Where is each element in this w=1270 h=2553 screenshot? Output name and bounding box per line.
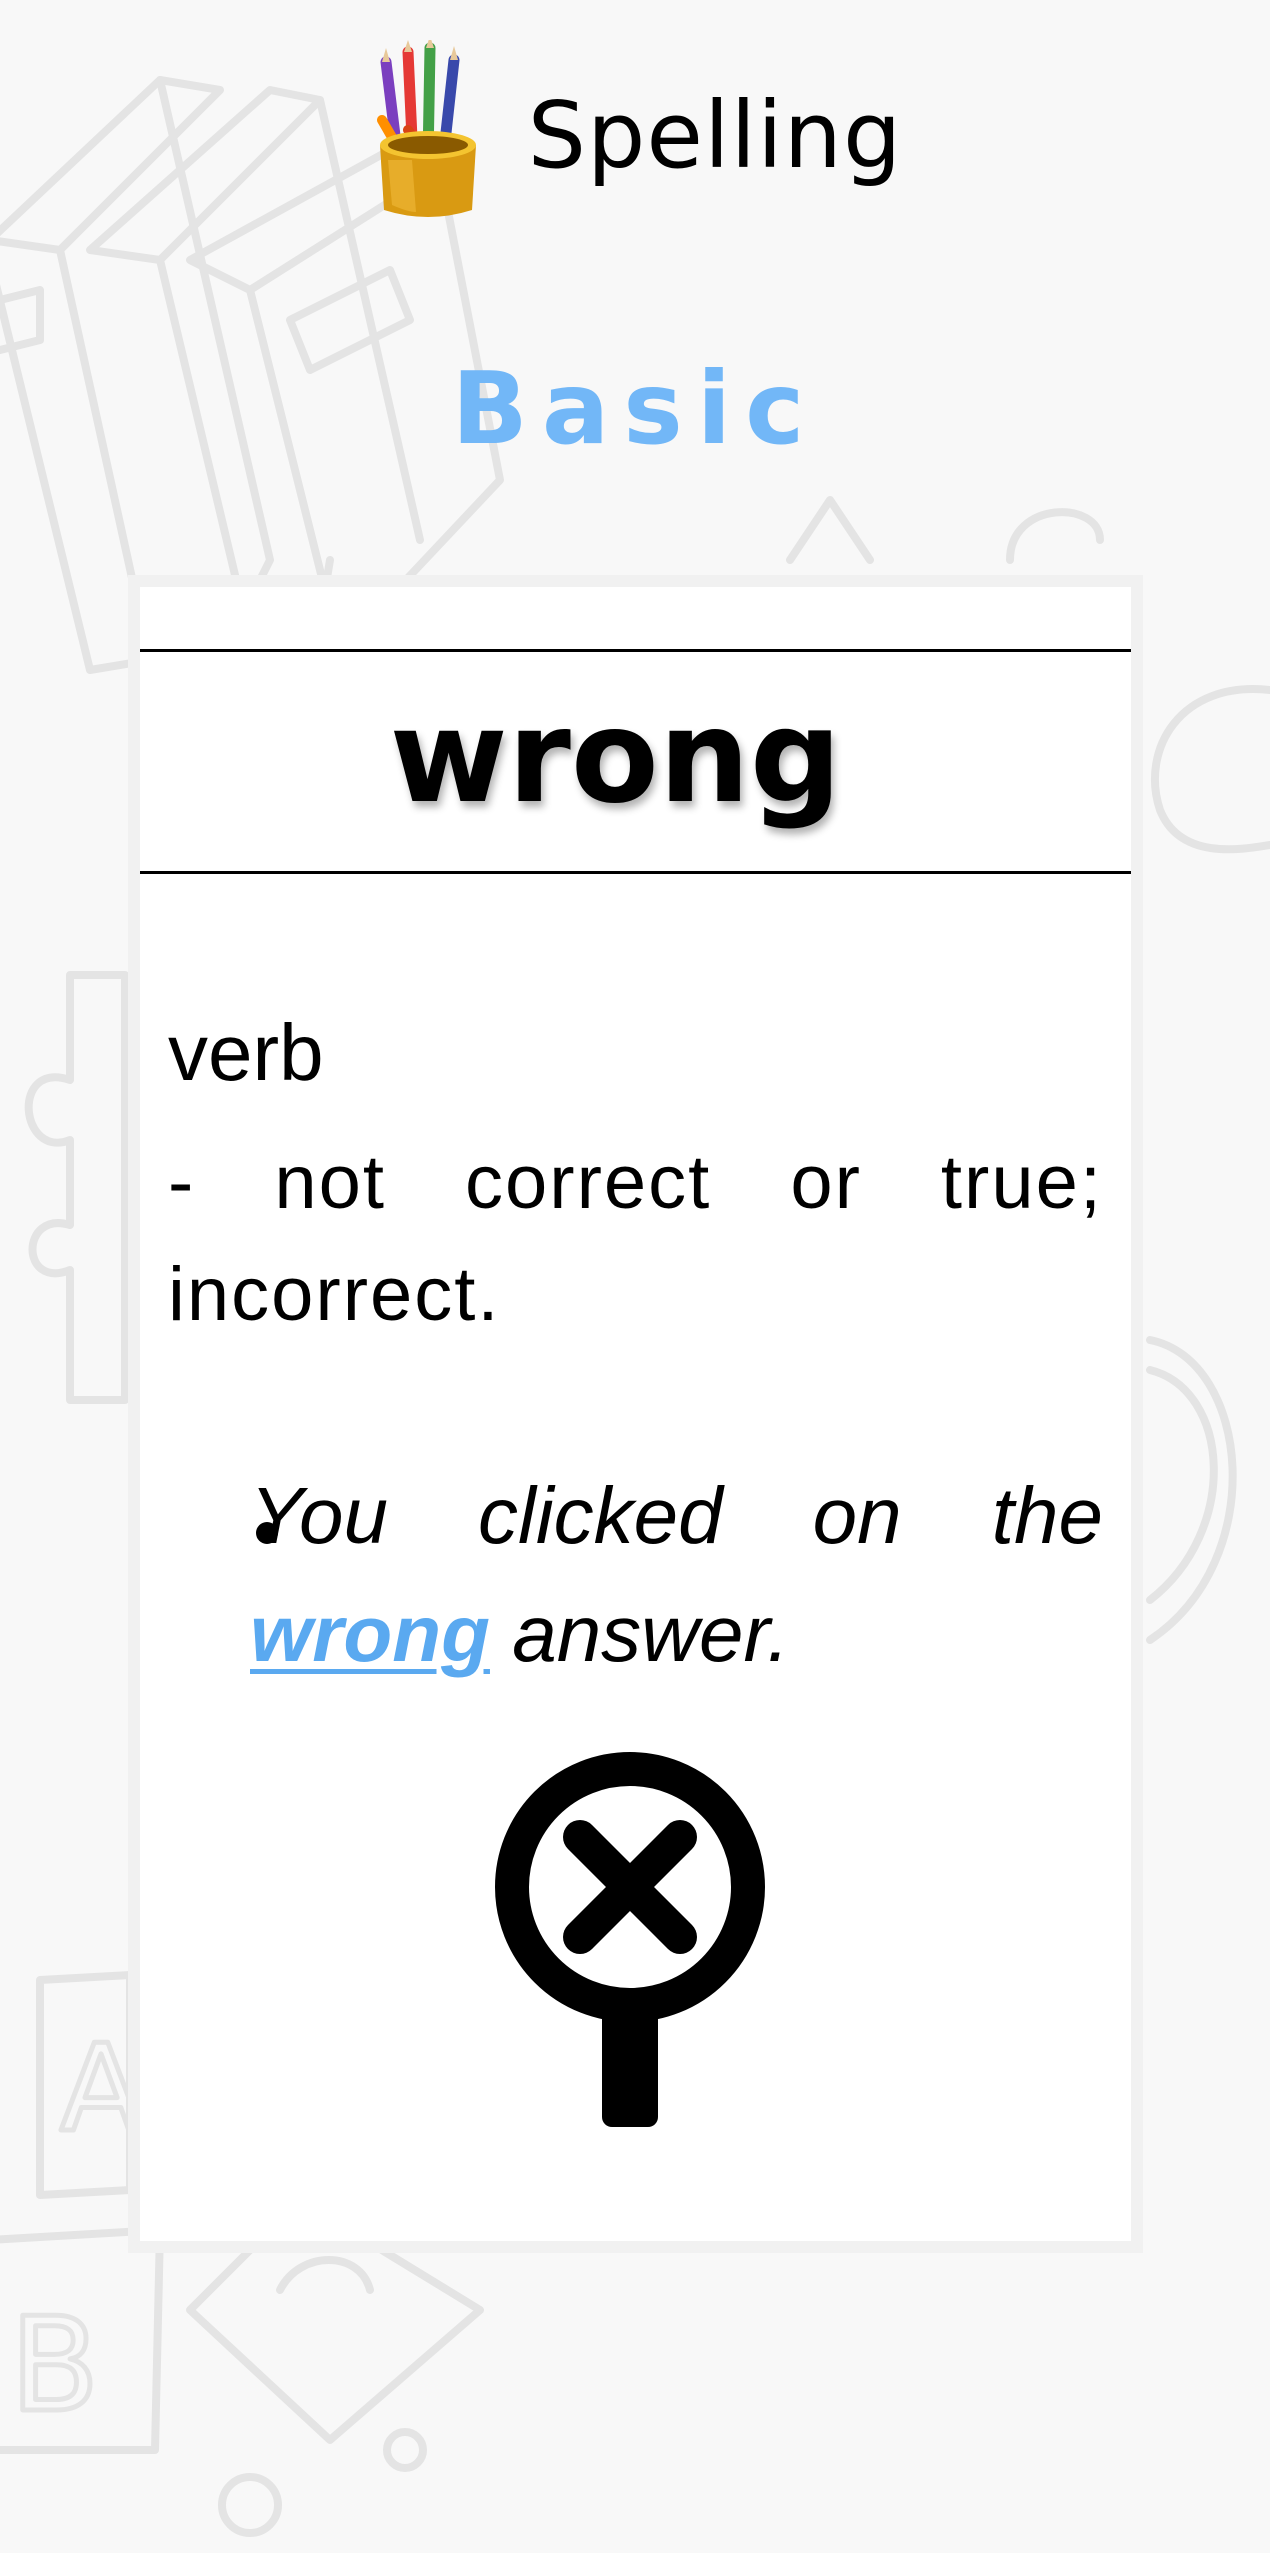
word-card: wrong verb - not correct or true; incorr… <box>128 575 1143 2253</box>
example-text-after: answer. <box>489 1589 790 1678</box>
app-header: Spelling <box>0 40 1270 230</box>
app-title: Spelling <box>527 81 903 189</box>
spelling-word: wrong <box>389 683 842 832</box>
word-band: wrong <box>140 649 1131 874</box>
example-sentence: You clicked on the wrong answer. <box>250 1457 1103 1693</box>
example-text-before: You clicked on the <box>250 1471 1103 1560</box>
part-of-speech: verb <box>168 1008 324 1097</box>
magnifier-x-icon <box>495 1752 765 2127</box>
level-label: Basic <box>451 350 819 467</box>
svg-text:B: B <box>10 2289 99 2441</box>
pencil-cup-icon <box>376 40 476 217</box>
example-highlight-word: wrong <box>250 1589 490 1678</box>
definition-text: - not correct or true; incorrect. <box>168 1140 1103 1337</box>
